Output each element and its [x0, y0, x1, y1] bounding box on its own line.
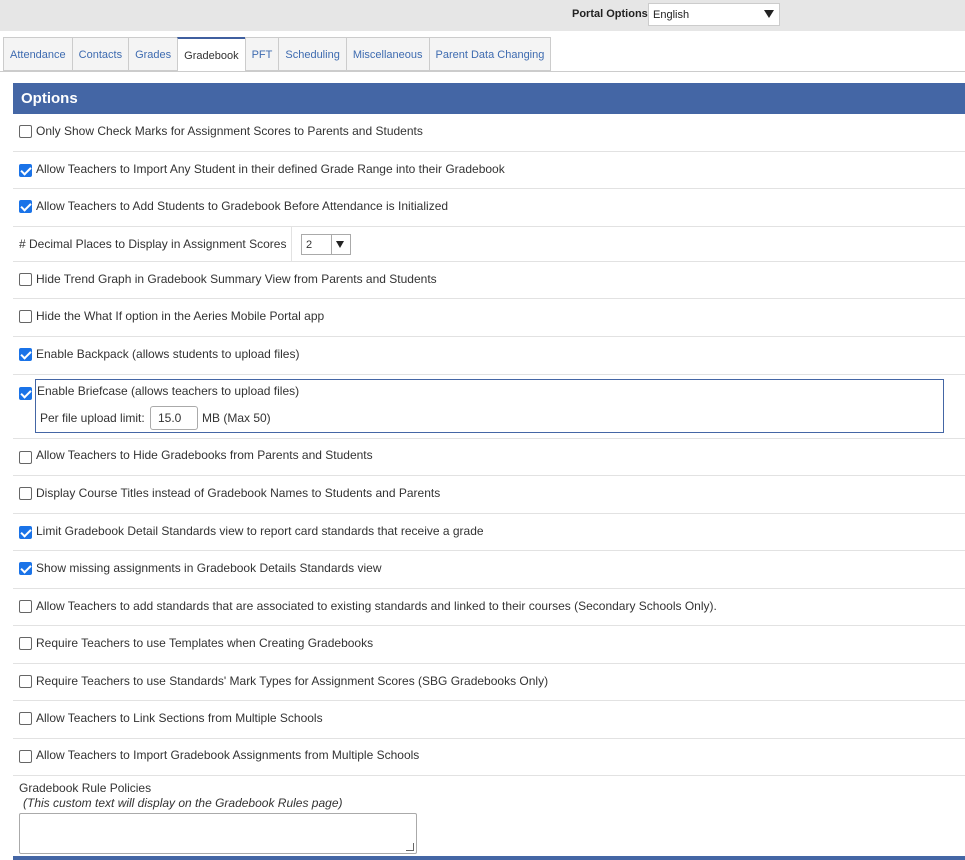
portal-language-value: English [653, 9, 690, 21]
tab-bar: Attendance Contacts Grades Gradebook PFT… [3, 37, 552, 72]
decimal-places-value: 2 [306, 239, 313, 251]
option-row: Require Teachers to use Standards' Mark … [13, 664, 965, 701]
option-row: Display Course Titles instead of Gradebo… [13, 476, 965, 514]
option-checkbox[interactable] [19, 562, 32, 575]
portal-language-select[interactable]: English [648, 3, 780, 26]
tab-contacts[interactable]: Contacts [71, 37, 129, 71]
options-list: Only Show Check Marks for Assignment Sco… [13, 114, 965, 776]
tab-divider [0, 71, 965, 72]
options-header: Options [13, 83, 965, 114]
option-checkbox[interactable] [19, 164, 32, 177]
option-checkbox[interactable] [19, 125, 32, 138]
decimal-places-label: # Decimal Places to Display in Assignmen… [19, 237, 287, 251]
tab-grades[interactable]: Grades [128, 37, 178, 71]
option-checkbox[interactable] [19, 200, 32, 213]
tab-miscellaneous[interactable]: Miscellaneous [345, 37, 429, 71]
option-checkbox[interactable] [19, 273, 32, 286]
option-row: Allow Teachers to Import Gradebook Assig… [13, 739, 965, 776]
option-checkbox[interactable] [19, 451, 32, 464]
option-checkbox[interactable] [19, 750, 32, 763]
portal-options-label: Portal Options: [572, 8, 652, 20]
option-checkbox[interactable] [19, 526, 32, 539]
option-label: Enable Backpack (allows students to uplo… [36, 347, 300, 361]
tab-pft[interactable]: PFT [244, 37, 279, 71]
gradebook-rules-title: Gradebook Rule Policies [19, 781, 152, 795]
option-label: Display Course Titles instead of Gradebo… [36, 486, 441, 500]
option-row: Hide the What If option in the Aeries Mo… [13, 299, 965, 337]
option-label: Allow Teachers to Link Sections from Mul… [36, 711, 323, 725]
resize-handle-icon[interactable] [406, 843, 414, 851]
option-label: Hide the What If option in the Aeries Mo… [36, 309, 325, 323]
option-row: Allow Teachers to Hide Gradebooks from P… [13, 439, 965, 476]
upload-limit-input[interactable]: 15.0 [150, 406, 198, 430]
tab-attendance[interactable]: Attendance [3, 37, 72, 71]
tab-gradebook[interactable]: Gradebook [177, 37, 245, 72]
tab-parent-data-changing[interactable]: Parent Data Changing [428, 37, 552, 71]
chevron-down-icon [336, 241, 344, 248]
gradebook-rules-note: (This custom text will display on the Gr… [23, 796, 343, 810]
briefcase-row: Enable Briefcase (allows teachers to upl… [13, 375, 965, 439]
decimal-places-row: # Decimal Places to Display in Assignmen… [13, 227, 965, 262]
option-row: Allow Teachers to Add Students to Gradeb… [13, 189, 965, 227]
briefcase-settings-box: Enable Briefcase (allows teachers to upl… [35, 379, 944, 433]
option-checkbox[interactable] [19, 637, 32, 650]
option-row: Allow Teachers to Link Sections from Mul… [13, 701, 965, 739]
option-row: Hide Trend Graph in Gradebook Summary Vi… [13, 262, 965, 299]
upload-limit-max: MB (Max 50) [202, 411, 271, 425]
top-bar: Portal Options: English [0, 0, 965, 31]
option-row: Limit Gradebook Detail Standards view to… [13, 514, 965, 551]
option-label: Show missing assignments in Gradebook De… [36, 561, 382, 575]
chevron-down-icon [764, 10, 774, 18]
option-label: Require Teachers to use Templates when C… [36, 636, 374, 650]
option-row: Only Show Check Marks for Assignment Sco… [13, 114, 965, 152]
decimal-divider [291, 227, 292, 262]
select-divider [331, 235, 332, 254]
option-label: Allow Teachers to Import Gradebook Assig… [36, 748, 420, 762]
bottom-border [13, 856, 965, 860]
option-checkbox[interactable] [19, 487, 32, 500]
option-label: Limit Gradebook Detail Standards view to… [36, 524, 484, 538]
option-label: Allow Teachers to Hide Gradebooks from P… [36, 448, 373, 462]
option-checkbox[interactable] [19, 600, 32, 613]
upload-limit-label: Per file upload limit: [40, 411, 145, 425]
option-label: Require Teachers to use Standards' Mark … [36, 674, 549, 688]
option-checkbox[interactable] [19, 348, 32, 361]
tab-scheduling[interactable]: Scheduling [278, 37, 346, 71]
decimal-places-select[interactable]: 2 [301, 234, 351, 255]
option-label: Allow Teachers to Import Any Student in … [36, 162, 505, 176]
option-label: Allow Teachers to Add Students to Gradeb… [36, 199, 449, 213]
option-label: Enable Briefcase (allows teachers to upl… [37, 384, 300, 398]
option-row: Allow Teachers to add standards that are… [13, 589, 965, 626]
option-checkbox[interactable] [19, 712, 32, 725]
gradebook-rules-textarea[interactable] [19, 813, 417, 854]
option-row: Show missing assignments in Gradebook De… [13, 551, 965, 589]
option-row: Require Teachers to use Templates when C… [13, 626, 965, 664]
option-checkbox[interactable] [19, 387, 32, 400]
gradebook-rules-section: Gradebook Rule Policies (This custom tex… [19, 781, 342, 810]
option-row: Allow Teachers to Import Any Student in … [13, 152, 965, 189]
option-row: Enable Backpack (allows students to uplo… [13, 337, 965, 375]
option-checkbox[interactable] [19, 675, 32, 688]
option-checkbox[interactable] [19, 310, 32, 323]
option-label: Only Show Check Marks for Assignment Sco… [36, 124, 423, 138]
option-label: Hide Trend Graph in Gradebook Summary Vi… [36, 272, 437, 286]
option-label: Allow Teachers to add standards that are… [36, 599, 717, 613]
